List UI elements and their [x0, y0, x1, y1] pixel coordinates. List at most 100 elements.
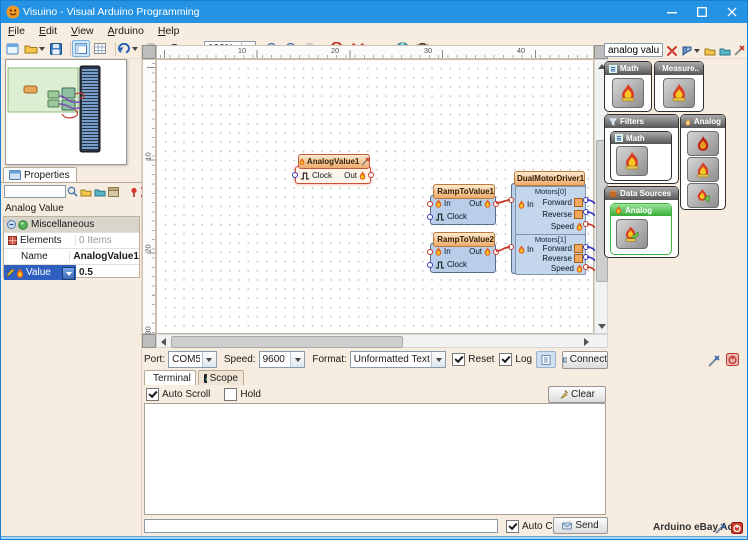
menu-edit[interactable]: Edit	[32, 24, 64, 38]
analogvalue1-out-terminal[interactable]	[368, 172, 374, 178]
properties-filter-input[interactable]	[4, 185, 66, 198]
horizontal-scroll-thumb[interactable]	[171, 336, 403, 348]
ramptovalue2-clock-terminal[interactable]	[427, 262, 433, 268]
category-data-sources-header[interactable]: Data Sources	[605, 187, 678, 200]
reset-checkbox[interactable]: Reset	[452, 353, 494, 366]
ads-tools-icon[interactable]	[713, 520, 728, 537]
canvas-horizontal-scrollbar[interactable]	[156, 334, 608, 348]
connect-button[interactable]: Connect	[562, 351, 608, 369]
menu-view[interactable]: View	[64, 24, 101, 38]
hold-checkbox[interactable]: Hold	[224, 388, 261, 401]
subcategory-filters-math-header[interactable]: Math	[611, 132, 671, 144]
serial-power-icon[interactable]	[724, 351, 740, 368]
ramptovalue2-in-pin[interactable]: In	[444, 247, 451, 256]
category-analog-header[interactable]: Analog	[681, 115, 725, 128]
send-button[interactable]: Send	[553, 517, 608, 534]
ads-stop-icon[interactable]	[729, 519, 744, 536]
toolbox-search-input[interactable]	[604, 43, 663, 57]
ramptovalue1-out-pin[interactable]: Out	[469, 199, 482, 208]
filter-view-icon[interactable]	[680, 42, 701, 59]
maximize-button[interactable]	[687, 1, 717, 23]
clear-button[interactable]: Clear	[548, 386, 606, 403]
tab-scope[interactable]: Scope	[198, 370, 244, 385]
motors0-reverse-terminal[interactable]	[583, 209, 589, 215]
motors0-forward-pin[interactable]: Forward	[543, 198, 572, 207]
motors0-in-pin[interactable]: In	[527, 200, 534, 209]
collapse-all-icon[interactable]	[93, 182, 107, 201]
port-combobox[interactable]: COM5 (	[168, 351, 217, 368]
serial-tools-icon[interactable]	[706, 352, 722, 369]
tree-row-elements[interactable]: Elements 0 Items	[4, 233, 139, 249]
ramptovalue1-in-terminal[interactable]	[427, 201, 433, 207]
archive-icon[interactable]	[107, 182, 120, 201]
ramptovalue2-clock-pin[interactable]: Clock	[447, 260, 467, 269]
tree-row-name[interactable]: Name AnalogValue1	[4, 249, 139, 265]
ramptovalue2-out-pin[interactable]: Out	[469, 247, 482, 256]
name-value[interactable]: AnalogValue1	[69, 251, 139, 262]
value-value[interactable]: 0.5	[76, 267, 139, 278]
component-ramptovalue2[interactable]: RampToValue2 In Out Clock	[430, 232, 496, 273]
subcategory-filters-math[interactable]: Math	[610, 131, 672, 181]
expand-all-icon[interactable]	[79, 182, 93, 201]
menu-file[interactable]: File	[1, 24, 32, 38]
category-measure-header[interactable]: Measure..	[655, 62, 703, 75]
motors1-forward-terminal[interactable]	[583, 244, 589, 250]
component-tile-analog-2[interactable]	[687, 157, 719, 182]
analogvalue1-clock-pin[interactable]: Clock	[312, 171, 332, 180]
edit-tools-icon[interactable]	[361, 157, 369, 166]
component-tile-analog-1[interactable]	[687, 131, 719, 156]
category-filters[interactable]: Filters Math	[604, 114, 679, 184]
ramptovalue1-clock-terminal[interactable]	[427, 214, 433, 220]
motors0-speed-pin[interactable]: Speed	[551, 222, 574, 231]
category-analog[interactable]: Analog	[680, 114, 726, 210]
menu-help[interactable]: Help	[151, 24, 187, 38]
motors1-speed-terminal[interactable]	[583, 264, 589, 270]
ramptovalue1-clock-pin[interactable]: Clock	[447, 212, 467, 221]
component-tile-analog-value[interactable]	[616, 219, 648, 249]
motors1-in-pin[interactable]: In	[527, 245, 534, 254]
expand-categories-icon[interactable]	[702, 42, 717, 59]
motors1-speed-pin[interactable]: Speed	[551, 264, 574, 273]
ramptovalue1-in-pin[interactable]: In	[444, 199, 451, 208]
menu-arduino[interactable]: Arduino	[101, 24, 151, 38]
component-tile-analog-3[interactable]	[687, 183, 719, 208]
category-math[interactable]: Math	[604, 61, 652, 112]
ramptovalue2-in-terminal[interactable]	[427, 249, 433, 255]
motors0-speed-terminal[interactable]	[583, 221, 589, 227]
speed-combobox[interactable]: 9600	[259, 351, 306, 368]
value-dropdown-button[interactable]	[62, 267, 75, 280]
scroll-left-arrow[interactable]	[161, 338, 166, 346]
auto-scroll-checkbox[interactable]: Auto Scroll	[146, 388, 210, 401]
tree-row-value[interactable]: Value 0.5	[4, 265, 139, 280]
clear-search-icon[interactable]	[664, 42, 679, 59]
motors1-in-terminal[interactable]	[508, 244, 514, 250]
minimize-button[interactable]	[657, 1, 687, 23]
tree-row-miscellaneous[interactable]: Miscellaneous	[4, 217, 139, 233]
component-dualmotordriver1[interactable]: DualMotorDriver1 Motors[0] In Forward Re…	[511, 169, 586, 274]
pin-icon[interactable]	[128, 182, 140, 201]
motors1-forward-pin[interactable]: Forward	[543, 244, 572, 253]
tab-properties[interactable]: Properties	[3, 167, 77, 182]
log-file-button[interactable]	[536, 351, 556, 368]
send-input[interactable]	[144, 519, 498, 533]
collapse-categories-icon[interactable]	[717, 42, 732, 59]
format-combobox[interactable]: Unformatted Text	[350, 351, 446, 368]
category-measure[interactable]: Measure..	[654, 61, 704, 112]
category-filters-header[interactable]: Filters	[605, 115, 678, 128]
log-checkbox[interactable]: Log	[499, 353, 532, 366]
close-button[interactable]	[717, 1, 747, 23]
subcategory-data-sources-analog-header[interactable]: Analog	[611, 204, 671, 216]
motors0-reverse-pin[interactable]: Reverse	[542, 210, 572, 219]
scroll-right-arrow[interactable]	[584, 338, 589, 346]
design-overview-thumbnail[interactable]	[5, 59, 127, 165]
component-ramptovalue1[interactable]: RampToValue1 In Out Clock	[430, 184, 496, 225]
motors0-forward-terminal[interactable]	[583, 197, 589, 203]
motors1-reverse-terminal[interactable]	[583, 254, 589, 260]
component-tile-math[interactable]	[612, 78, 644, 108]
analogvalue1-clock-terminal[interactable]	[292, 172, 298, 178]
component-tile-measure[interactable]	[663, 78, 695, 108]
motors1-reverse-pin[interactable]: Reverse	[542, 254, 572, 263]
terminal-output[interactable]	[144, 403, 606, 515]
toolbox-tools-icon[interactable]	[732, 42, 747, 59]
tab-terminal[interactable]: Terminal	[144, 370, 196, 385]
